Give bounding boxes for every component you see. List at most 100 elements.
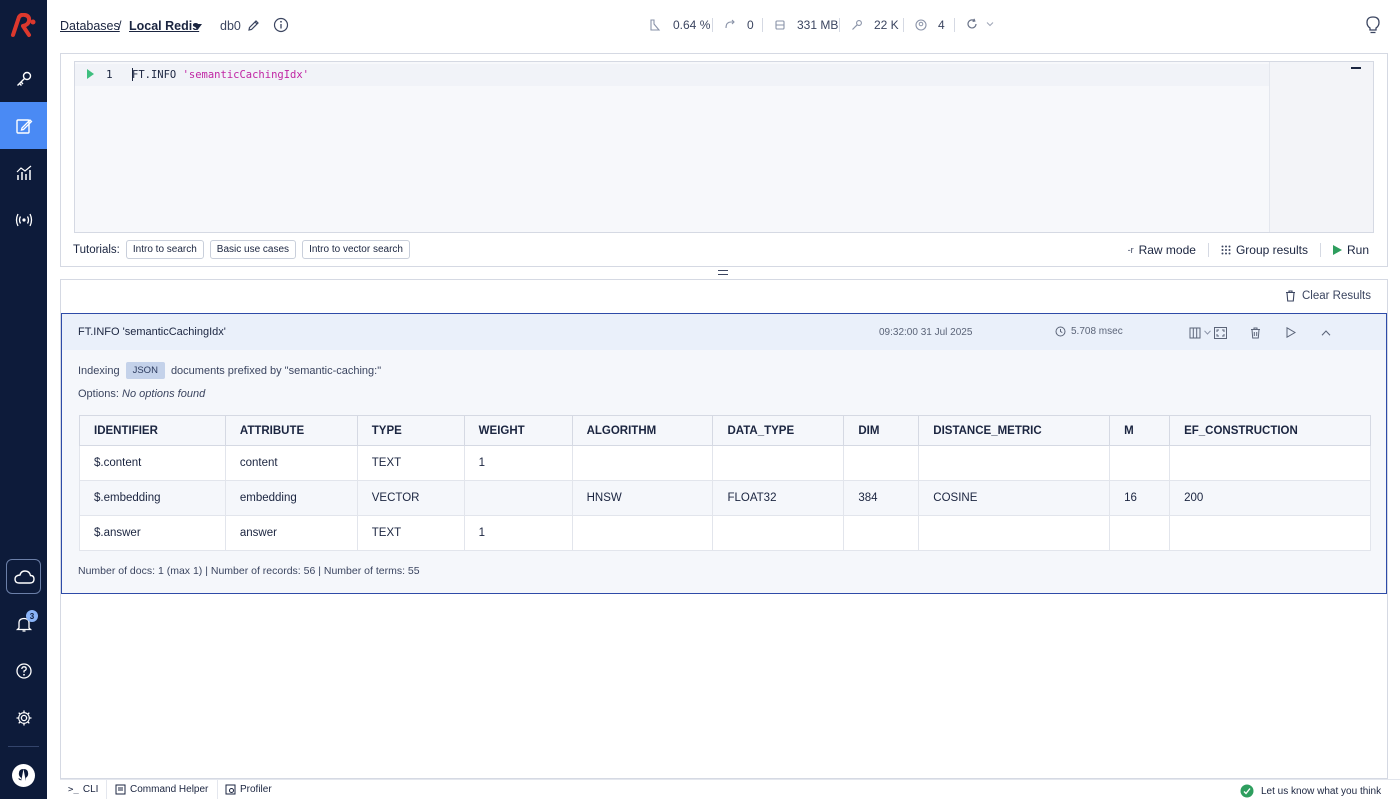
ops-value: 0 [747, 18, 754, 32]
result-card-header[interactable]: FT.INFO 'semanticCachingIdx' 09:32:00 31… [62, 314, 1386, 350]
gear-icon [15, 709, 33, 727]
keys-value: 22 K [874, 18, 899, 32]
sidebar-item-help[interactable] [0, 647, 47, 694]
info-icon[interactable] [273, 17, 289, 33]
key-icon [851, 19, 863, 31]
raw-mode-toggle[interactable]: -r Raw mode [1128, 243, 1196, 257]
raw-mode-label: Raw mode [1138, 243, 1196, 257]
stat-separator [839, 18, 840, 32]
collapse-icon[interactable] [1317, 324, 1334, 341]
refresh-icon[interactable] [966, 18, 978, 30]
code-argument: 'semanticCachingIdx' [182, 69, 310, 81]
tutorial-basic-use-cases-button[interactable]: Basic use cases [209, 240, 297, 259]
index-summary: Number of docs: 1 (max 1) | Number of re… [78, 565, 420, 577]
rerun-icon[interactable] [1282, 324, 1299, 341]
sidebar-item-settings[interactable] [0, 694, 47, 741]
group-results-label: Group results [1235, 243, 1308, 257]
table-cell: TEXT [356, 445, 465, 481]
fullscreen-icon[interactable] [1212, 324, 1229, 341]
column-header[interactable]: DATA_TYPE [712, 415, 845, 446]
tutorial-intro-to-vector-search-button[interactable]: Intro to vector search [302, 240, 410, 259]
action-separator [1319, 243, 1321, 257]
table-cell: $.embedding [79, 480, 226, 516]
chevron-down-icon[interactable] [986, 21, 994, 27]
table-cell [712, 515, 845, 551]
table-row: $.content content TEXT 1 [79, 445, 1371, 481]
panel-resize-handle[interactable] [718, 270, 728, 275]
line-run-icon[interactable] [87, 69, 94, 79]
cpu-icon [649, 19, 661, 31]
column-header[interactable]: ALGORITHM [571, 415, 714, 446]
code-line[interactable]: FT.INFO 'semanticCachingIdx' [132, 69, 309, 81]
profiler-label: Profiler [240, 784, 272, 795]
auto-refresh-control[interactable] [966, 18, 994, 30]
top-header: Databases / Local Redis db0 0.64 % 0 331… [47, 0, 1400, 52]
column-header[interactable]: EF_CONSTRUCTION [1169, 415, 1371, 446]
columns-view-icon[interactable] [1186, 324, 1203, 341]
table-cell: COSINE [918, 480, 1111, 516]
options-value: No options found [122, 388, 206, 400]
column-header[interactable]: M [1109, 415, 1171, 446]
column-header[interactable]: TYPE [356, 415, 465, 446]
result-timestamp: 09:32:00 31 Jul 2025 [879, 327, 973, 338]
cli-button[interactable]: >_ CLI [68, 784, 98, 795]
table-cell [1169, 515, 1371, 551]
sidebar-item-browser[interactable] [0, 55, 47, 102]
group-results-toggle[interactable]: Group results [1221, 243, 1308, 257]
table-row: $.embedding embedding VECTOR HNSW FLOAT3… [79, 480, 1371, 516]
column-header[interactable]: IDENTIFIER [79, 415, 226, 446]
tutorials-label: Tutorials: [73, 243, 120, 256]
clear-results-label: Clear Results [1301, 290, 1371, 302]
column-header[interactable]: DISTANCE_METRIC [918, 415, 1111, 446]
run-label: Run [1346, 243, 1369, 257]
github-icon[interactable] [12, 764, 35, 787]
delete-result-icon[interactable] [1247, 324, 1264, 341]
tutorial-intro-to-search-button[interactable]: Intro to search [125, 240, 204, 259]
clear-results-button[interactable]: Clear Results [1285, 290, 1371, 302]
command-helper-label: Command Helper [130, 784, 209, 795]
user-icon [915, 19, 927, 31]
pencil-icon[interactable] [247, 19, 260, 32]
breadcrumb-database-name[interactable]: Local Redis [129, 19, 199, 33]
broadcast-icon [15, 211, 33, 229]
sidebar-item-cloud[interactable] [6, 559, 41, 594]
redis-logo-icon[interactable] [9, 13, 37, 39]
cpu-value: 0.64 % [673, 18, 711, 32]
feedback-link[interactable]: Let us know what you think [1240, 784, 1381, 798]
index-options: Options: No options found [78, 388, 205, 400]
table-cell: $.content [79, 445, 226, 481]
stat-memory: 331 MB [774, 18, 838, 32]
cloud-icon [13, 569, 35, 585]
sidebar-item-pubsub[interactable] [0, 196, 47, 243]
table-cell: $.answer [79, 515, 226, 551]
caret-down-icon[interactable] [193, 24, 202, 30]
indexing-label: Indexing [78, 364, 120, 377]
breadcrumb-databases[interactable]: Databases [60, 19, 120, 33]
index-type-badge: JSON [125, 362, 165, 379]
table-cell [571, 445, 714, 481]
sidebar-item-workbench[interactable] [0, 102, 47, 149]
terminal-icon: >_ [68, 784, 79, 795]
editor-minimap[interactable] [1269, 62, 1373, 232]
table-cell: TEXT [356, 515, 465, 551]
document-icon [115, 784, 126, 795]
column-header[interactable]: WEIGHT [463, 415, 573, 446]
stat-clients: 4 [915, 18, 945, 32]
column-header[interactable]: DIM [843, 415, 920, 446]
chevron-down-icon[interactable] [1203, 324, 1212, 341]
sidebar: 3 [0, 0, 47, 799]
table-cell: answer [224, 515, 358, 551]
feedback-icon [1240, 784, 1254, 798]
sidebar-item-analysis[interactable] [0, 149, 47, 196]
minimap-line [1351, 67, 1361, 69]
bottom-bar-separator [106, 780, 107, 799]
lightbulb-icon[interactable] [1366, 16, 1380, 34]
table-cell: 1 [463, 445, 573, 481]
run-button[interactable]: Run [1332, 243, 1369, 257]
sidebar-item-notifications[interactable] [0, 600, 47, 647]
profiler-button[interactable]: Profiler [225, 784, 272, 795]
code-editor[interactable]: 1 FT.INFO 'semanticCachingIdx' [74, 61, 1374, 233]
index-attributes-table: IDENTIFIER ATTRIBUTE TYPE WEIGHT ALGORIT… [79, 415, 1371, 551]
column-header[interactable]: ATTRIBUTE [224, 415, 358, 446]
command-helper-button[interactable]: Command Helper [115, 784, 208, 795]
